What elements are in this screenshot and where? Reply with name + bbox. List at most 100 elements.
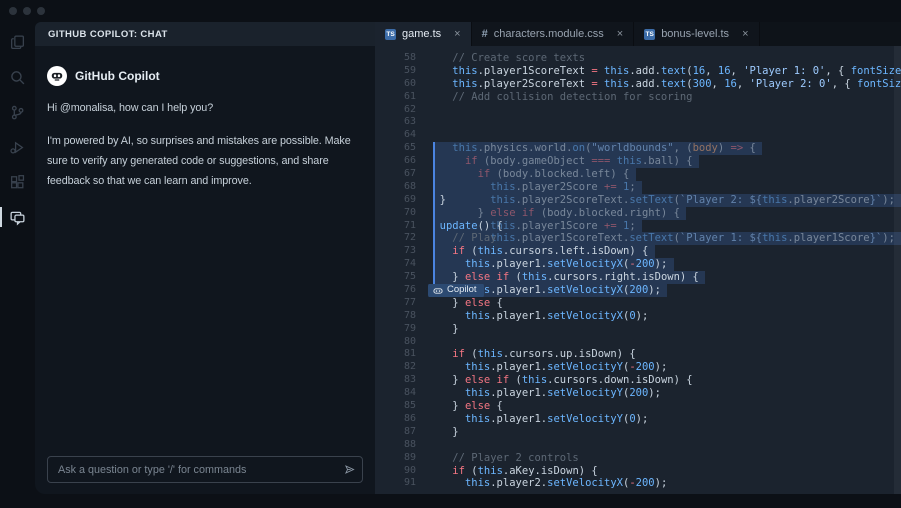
line-number: 66 (403, 155, 416, 167)
line-number: 84 (403, 387, 416, 399)
code-line[interactable]: 85 } else { (375, 400, 901, 413)
code-line[interactable]: 66 if (body.gameObject === this.ball) { (375, 155, 901, 169)
line-number: 58 (403, 52, 416, 63)
copilot-avatar (47, 66, 67, 86)
chat-input[interactable] (48, 463, 336, 476)
line-number: 91 (403, 477, 416, 489)
copilot-chat-panel: GITHUB COPILOT: CHAT GitHub Copilot Hi @… (35, 22, 375, 494)
code-line[interactable]: 62 (375, 104, 901, 117)
tab-close-icon[interactable]: × (742, 28, 748, 40)
line-number: 76 (403, 284, 416, 296)
code-line[interactable]: 67 if (body.blocked.left) { (375, 168, 901, 181)
code-line[interactable]: 79 } (375, 323, 901, 336)
editor-scrollbar[interactable] (894, 46, 901, 494)
code-line[interactable]: 72 this.player1ScoreText.setText(`Player… (375, 232, 901, 246)
code-line[interactable]: 86 this.player1.setVelocityY(0); (375, 413, 901, 426)
bot-name: GitHub Copilot (75, 69, 160, 83)
line-number: 69 (403, 193, 416, 205)
chat-greeting: Hi @monalisa, how can I help you? (47, 102, 214, 114)
extensions-icon[interactable] (0, 173, 35, 191)
line-number: 63 (403, 116, 416, 128)
code-line[interactable]: 78 this.player1.setVelocityX(0); (375, 310, 901, 323)
window-close-button[interactable] (9, 7, 17, 15)
line-number: 62 (403, 103, 416, 115)
code-line[interactable]: 68 this.player2Score += 1; (375, 180, 901, 194)
code-lines: 58 // Create score texts 59 this.player1S… (375, 52, 901, 490)
window-maximize-button[interactable] (37, 7, 45, 15)
line-number: 67 (403, 168, 416, 180)
code-line[interactable]: 90 if (this.aKey.isDown) { (375, 465, 901, 478)
code-line[interactable]: 91 this.player2.setVelocityX(-200); (375, 477, 901, 490)
tab-label: game.ts (402, 28, 442, 40)
copilot-inline-chip: Copilot (428, 284, 484, 297)
tab-game-ts[interactable]: TS game.ts × (375, 22, 472, 46)
code-line[interactable]: 69 this.player2ScoreText.setText(`Player… (375, 193, 901, 207)
typescript-file-icon: TS (385, 28, 396, 40)
code-line[interactable]: 61 // Add collision detection for scorin… (375, 91, 901, 104)
line-number: 81 (403, 348, 416, 360)
code-line[interactable]: 83 } else if (this.cursors.down.isDown) … (375, 374, 901, 387)
line-number: 75 (403, 271, 416, 283)
line-number: 64 (403, 129, 416, 141)
tab-close-icon[interactable]: × (617, 28, 623, 40)
copilot-chat-icon[interactable] (0, 207, 35, 227)
code-line[interactable]: 84 this.player1.setVelocityY(200); (375, 387, 901, 400)
line-number: 73 (403, 245, 416, 257)
code-line[interactable]: 81 if (this.cursors.up.isDown) { (375, 348, 901, 361)
code-line[interactable]: 87 } (375, 426, 901, 439)
typescript-file-icon: TS (644, 28, 656, 40)
activity-bar (0, 22, 35, 508)
line-number: 86 (403, 412, 416, 424)
code-line[interactable]: 74 this.player1.setVelocityX(-200); (375, 258, 901, 272)
chat-disclaimer: I'm powered by AI, so surprises and mist… (47, 135, 351, 187)
line-number: 65 (403, 142, 416, 154)
code-line[interactable]: 76 this.player1.setVelocityX(200); Copil… (375, 284, 901, 297)
code-line[interactable]: 77 } else { (375, 297, 901, 310)
line-number: 85 (403, 400, 416, 412)
code-line[interactable]: 82 this.player1.setVelocityY(-200); (375, 361, 901, 374)
titlebar (0, 0, 901, 22)
chat-input-container (47, 456, 363, 483)
line-number: 68 (403, 180, 416, 192)
code-line[interactable]: 80 (375, 336, 901, 349)
code-line[interactable]: 70 } else if (body.blocked.right) { (375, 206, 901, 220)
line-number: 89 (403, 451, 416, 463)
search-icon[interactable] (0, 68, 35, 86)
line-number: 77 (403, 296, 416, 308)
line-number: 79 (403, 322, 416, 334)
code-line[interactable]: 58 // Create score texts (375, 52, 901, 65)
line-number: 60 (403, 77, 416, 89)
tab-bonus-level-ts[interactable]: TS bonus-level.ts × (634, 22, 760, 46)
tab-bar-empty-space (759, 22, 901, 46)
line-number: 82 (403, 361, 416, 373)
line-number: 80 (403, 335, 416, 347)
editor-pane: TS game.ts × # characters.module.css × T… (375, 22, 901, 494)
line-number: 88 (403, 438, 416, 450)
code-line[interactable]: 59 this.player1ScoreText = this.add.text… (375, 65, 901, 78)
line-number: 90 (403, 464, 416, 476)
code-editor[interactable]: 58 // Create score texts 59 this.player1S… (375, 46, 901, 494)
code-line[interactable]: 73 if (this.cursors.left.isDown) { (375, 245, 901, 259)
line-number: 74 (403, 258, 416, 270)
explorer-icon[interactable] (0, 33, 35, 51)
code-line[interactable]: 88 (375, 439, 901, 452)
line-number: 72 (403, 232, 416, 244)
code-line[interactable]: 63 (375, 116, 901, 129)
send-icon[interactable] (336, 457, 362, 482)
line-number: 87 (403, 425, 416, 437)
source-control-icon[interactable] (0, 103, 35, 121)
line-number: 59 (403, 64, 416, 76)
tab-close-icon[interactable]: × (454, 28, 460, 40)
code-line[interactable]: 64 (375, 129, 901, 142)
code-line[interactable]: 71 this.player1Score += 1; update() { (375, 219, 901, 233)
tab-label: characters.module.css (493, 28, 604, 40)
code-line[interactable]: 65 this.physics.world.on("worldbounds", … (375, 142, 901, 156)
line-number: 71 (403, 219, 416, 231)
code-line[interactable]: 75 } else if (this.cursors.right.isDown)… (375, 271, 901, 285)
chat-panel-title: GITHUB COPILOT: CHAT (35, 22, 375, 46)
tab-characters-module-css[interactable]: # characters.module.css × (471, 22, 635, 46)
run-debug-icon[interactable] (0, 138, 35, 156)
code-line[interactable]: 60 this.player2ScoreText = this.add.text… (375, 78, 901, 91)
code-line[interactable]: 89 // Player 2 controls (375, 452, 901, 465)
window-minimize-button[interactable] (23, 7, 31, 15)
